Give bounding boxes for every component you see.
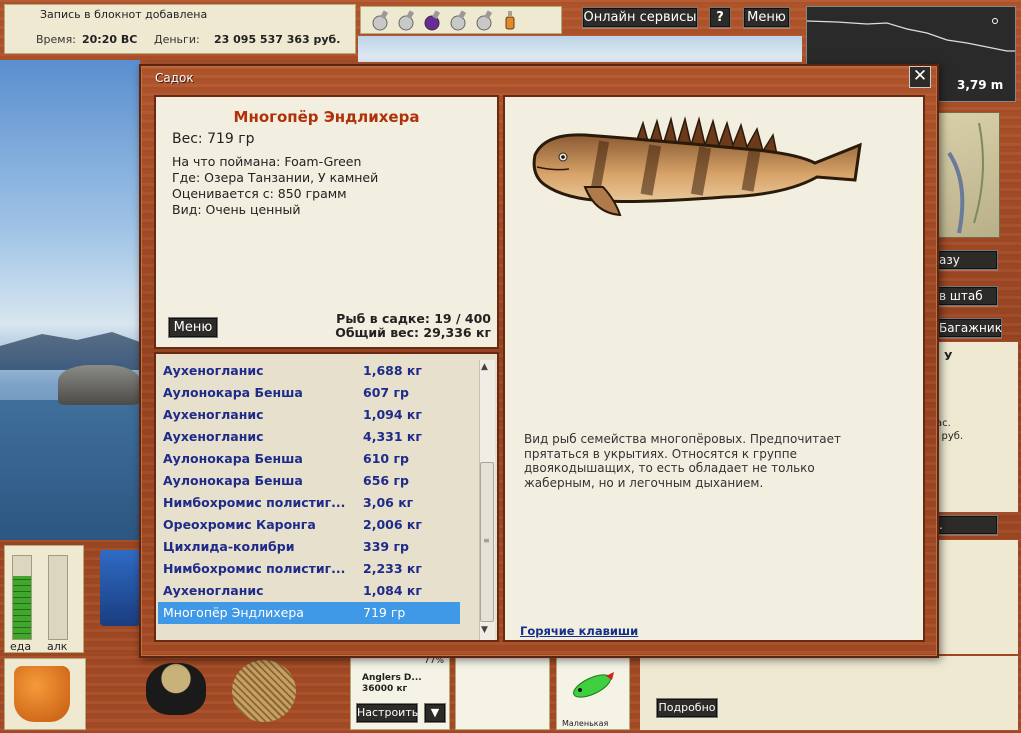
potion-bar bbox=[360, 6, 562, 34]
status-message: Запись в блокнот добавлена bbox=[40, 8, 208, 21]
catch-list-row[interactable]: Аулонокара Бенша 656 гр bbox=[158, 470, 478, 492]
catch-fish-weight: 3,06 кг bbox=[363, 495, 414, 510]
fish-valued-from: Оценивается с: 850 грамм bbox=[172, 186, 347, 201]
side-button-4[interactable]: . bbox=[934, 515, 998, 535]
catch-list-row[interactable]: Аухеногланис 1,688 кг bbox=[158, 360, 478, 382]
catch-fish-name: Аухеногланис bbox=[163, 583, 264, 598]
fish-bait: На что поймана: Foam-Green bbox=[172, 154, 362, 169]
fish-menu-button[interactable]: Меню bbox=[168, 317, 218, 338]
time-label: Время: bbox=[36, 33, 76, 46]
fish-name: Многопёр Эндлихера bbox=[233, 108, 420, 126]
catch-fish-weight: 339 гр bbox=[363, 539, 409, 554]
catch-fish-name: Аухеногланис bbox=[163, 363, 264, 378]
catch-fish-name: Многопёр Эндлихера bbox=[163, 605, 304, 620]
rod-name: Anglers D... bbox=[362, 673, 422, 683]
fish-weight: Вес: 719 гр bbox=[172, 131, 255, 147]
time-value: 20:20 ВС bbox=[82, 33, 138, 46]
details-button[interactable]: Подробно bbox=[656, 698, 718, 718]
fish-image bbox=[532, 116, 862, 217]
catch-fish-name: Аулонокара Бенша bbox=[163, 451, 303, 466]
bucket-icon[interactable] bbox=[14, 666, 70, 722]
catch-fish-name: Нимбохромис полистиг... bbox=[163, 495, 346, 510]
potion-icon[interactable] bbox=[473, 9, 495, 31]
setup-dropdown-button[interactable]: ▼ bbox=[424, 703, 446, 723]
catch-list-row[interactable]: Нимбохромис полистиг... 2,233 кг bbox=[158, 558, 478, 580]
scene-top-water bbox=[358, 36, 802, 62]
side-button-1[interactable]: азу bbox=[934, 250, 998, 270]
catch-list-row[interactable]: Ореохромис Каронга 2,006 кг bbox=[158, 514, 478, 536]
fish-count: Рыб в садке: 19 / 400 bbox=[336, 311, 491, 326]
online-services-button[interactable]: Онлайн сервисы bbox=[582, 7, 698, 28]
catch-list-row[interactable]: Нимбохромис полистиг... 3,06 кг bbox=[158, 492, 478, 514]
rod-capacity: 36000 кг bbox=[362, 684, 408, 694]
catch-fish-weight: 2,233 кг bbox=[363, 561, 422, 576]
catch-list-row[interactable]: Цихлида-колибри 339 гр bbox=[158, 536, 478, 558]
tackle-slot-2[interactable] bbox=[455, 656, 550, 730]
close-button[interactable]: ✕ bbox=[909, 66, 931, 88]
catch-list-row[interactable]: Многопёр Эндлихера 719 гр bbox=[158, 602, 460, 624]
catch-list-row[interactable]: Аулонокара Бенша 607 гр bbox=[158, 382, 478, 404]
bottle-icon[interactable] bbox=[499, 9, 521, 31]
catch-fish-weight: 656 гр bbox=[363, 473, 409, 488]
side-lower-panel bbox=[938, 540, 1018, 654]
potion-icon[interactable] bbox=[421, 9, 443, 31]
fish-description: Вид рыб семейства многопёровых. Предпочи… bbox=[524, 432, 841, 490]
catch-list: Аухеногланис 1,688 кг Аулонокара Бенша 607 … bbox=[158, 360, 478, 624]
catch-fish-weight: 2,006 кг bbox=[363, 517, 422, 532]
catch-fish-name: Аухеногланис bbox=[163, 407, 264, 422]
side-button-hq[interactable]: в штаб bbox=[934, 286, 998, 306]
potion-icon[interactable] bbox=[395, 9, 417, 31]
potion-icon[interactable] bbox=[369, 9, 391, 31]
catch-fish-weight: 1,094 кг bbox=[363, 407, 422, 422]
side-info-text: У bbox=[944, 350, 953, 363]
money-value: 23 095 537 363 руб. bbox=[214, 33, 341, 46]
catch-list-row[interactable]: Аухеногланис 4,331 кг bbox=[158, 426, 478, 448]
catch-fish-weight: 610 гр bbox=[363, 451, 409, 466]
fish-location: Где: Озера Танзании, У камней bbox=[172, 170, 379, 185]
scene-rock bbox=[58, 365, 140, 405]
mini-map[interactable] bbox=[938, 112, 1000, 238]
setup-button[interactable]: Настроить bbox=[356, 703, 418, 723]
lure-icon bbox=[573, 672, 614, 698]
scene-sea bbox=[0, 400, 140, 540]
catch-list-row[interactable]: Аухеногланис 1,084 кг bbox=[158, 580, 478, 602]
catch-fish-weight: 4,331 кг bbox=[363, 429, 422, 444]
help-button[interactable]: ? bbox=[709, 7, 731, 28]
catch-fish-weight: 719 гр bbox=[363, 605, 406, 620]
catch-list-row[interactable]: Аулонокара Бенша 610 гр bbox=[158, 448, 478, 470]
food-label: еда bbox=[10, 640, 32, 653]
catch-fish-name: Аулонокара Бенша bbox=[163, 385, 303, 400]
dialog-title: Садок bbox=[155, 71, 194, 85]
catch-fish-name: Нимбохромис полистиг... bbox=[163, 561, 346, 576]
catch-fish-name: Ореохромис Каронга bbox=[163, 517, 316, 532]
catch-fish-name: Цихлида-колибри bbox=[163, 539, 295, 554]
scrollbar-grip-icon: ≡ bbox=[483, 536, 490, 545]
catch-fish-name: Аухеногланис bbox=[163, 429, 264, 444]
catch-fish-weight: 1,688 кг bbox=[363, 363, 422, 378]
map-image bbox=[947, 122, 984, 234]
money-label: Деньги: bbox=[154, 33, 200, 46]
scroll-down-icon[interactable]: ▼ bbox=[481, 625, 488, 635]
keepnet-icon[interactable] bbox=[232, 660, 296, 722]
potion-icon[interactable] bbox=[447, 9, 469, 31]
catch-fish-weight: 1,084 кг bbox=[363, 583, 422, 598]
side-button-trunk[interactable]: Багажник bbox=[934, 318, 1002, 338]
scroll-up-icon[interactable]: ▲ bbox=[481, 362, 488, 372]
catch-fish-name: Аулонокара Бенша bbox=[163, 473, 303, 488]
lure-size-label: Маленькая bbox=[562, 719, 609, 728]
total-weight: Общий вес: 29,336 кг bbox=[335, 325, 491, 340]
food-gauge-fill bbox=[13, 576, 31, 639]
main-menu-button[interactable]: Меню bbox=[743, 7, 790, 28]
catch-fish-weight: 607 гр bbox=[363, 385, 409, 400]
catch-list-row[interactable]: Аухеногланис 1,094 кг bbox=[158, 404, 478, 426]
pot-icon[interactable] bbox=[146, 663, 206, 715]
alcohol-gauge bbox=[48, 555, 68, 640]
info-bottom-panel bbox=[640, 656, 1018, 730]
depth-value: 3,79 m bbox=[957, 78, 1004, 92]
alcohol-label: алк bbox=[47, 640, 68, 653]
hotkeys-link[interactable]: Горячие клавиши bbox=[520, 624, 638, 638]
fish-kind: Вид: Очень ценный bbox=[172, 202, 301, 217]
tackle-box-icon[interactable] bbox=[100, 550, 140, 626]
